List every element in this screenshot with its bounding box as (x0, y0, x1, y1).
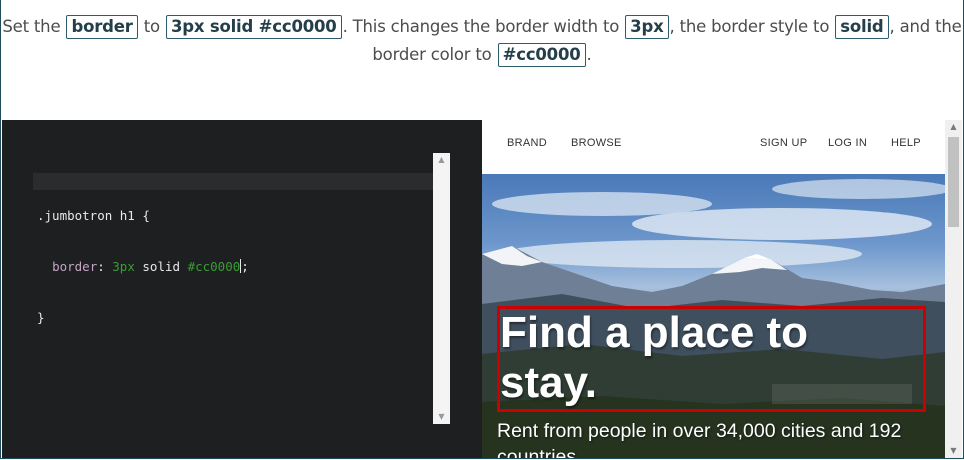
scrollbar-thumb[interactable] (948, 137, 959, 227)
scroll-down-arrow-icon[interactable]: ▼ (433, 410, 450, 424)
code-chip-style: solid (835, 15, 889, 39)
instructions-fragment: to (138, 17, 165, 36)
css-color-value: #cc0000 (187, 259, 241, 274)
css-colon: : (97, 259, 113, 274)
active-line-highlight (33, 173, 433, 190)
instructions-fragment: Set the (2, 17, 66, 36)
code-content[interactable]: .jumbotron h1 { border: 3px solid #cc000… (33, 156, 433, 360)
code-line-declaration[interactable]: border: 3px solid #cc0000; (37, 258, 249, 275)
code-chip-color: #cc0000 (497, 43, 586, 67)
preview-pane: BRAND BROWSE SIGN UP LOG IN HELP Find a … (482, 120, 962, 458)
css-semicolon: ; (241, 259, 249, 274)
instructions-fragment: . (586, 45, 592, 64)
css-width-value: 3px (112, 259, 135, 274)
code-chip-property: border (66, 15, 138, 39)
code-line-close[interactable]: } (37, 309, 249, 326)
code-editor[interactable]: .jumbotron h1 { border: 3px solid #cc000… (2, 120, 482, 458)
code-line-selector[interactable]: .jumbotron h1 { (37, 207, 249, 224)
code-chip-value: 3px solid #cc0000 (165, 15, 342, 39)
nav-login-link[interactable]: LOG IN (828, 137, 867, 149)
instructions-fragment: , the border style to (669, 17, 835, 36)
editor-scrollbar[interactable]: ▲ ▼ (433, 153, 450, 424)
code-chip-width: 3px (625, 15, 669, 39)
jumbotron: Find a place to stay. Rent from people i… (482, 174, 945, 458)
nav-brand-link[interactable]: BRAND (507, 137, 547, 149)
css-style-value: solid (142, 259, 181, 274)
css-property: border (52, 259, 98, 274)
scroll-down-arrow-icon[interactable]: ▼ (945, 444, 962, 458)
scroll-up-arrow-icon[interactable]: ▲ (433, 153, 450, 167)
preview-scrollbar[interactable]: ▲ ▼ (945, 120, 962, 458)
site-navbar: BRAND BROWSE SIGN UP LOG IN HELP (482, 120, 945, 174)
nav-signup-link[interactable]: SIGN UP (760, 137, 807, 149)
hero-heading: Find a place to stay. (500, 308, 809, 407)
instructions-fragment: . This changes the border width to (342, 17, 625, 36)
nav-help-link[interactable]: HELP (891, 137, 921, 149)
instructions-text: Set the border to 3px solid #cc0000. Thi… (2, 13, 962, 69)
nav-browse-link[interactable]: BROWSE (571, 137, 622, 149)
hero-subheading: Rent from people in over 34,000 cities a… (497, 420, 902, 458)
scroll-up-arrow-icon[interactable]: ▲ (945, 120, 962, 134)
instructions-panel: Set the border to 3px solid #cc0000. Thi… (2, 0, 962, 120)
